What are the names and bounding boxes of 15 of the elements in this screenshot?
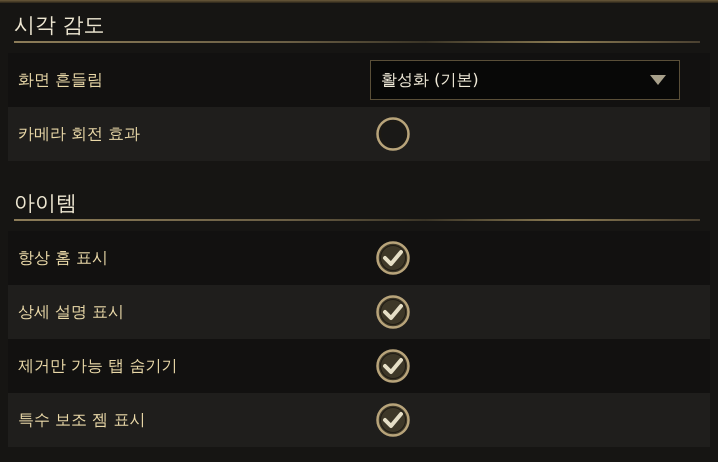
setting-label: 제거만 가능 탭 숨기기 <box>17 356 178 376</box>
setting-label: 카메라 회전 효과 <box>17 124 142 144</box>
checkbox[interactable] <box>376 403 410 437</box>
setting-label: 특수 보조 젬 표시 <box>17 410 146 430</box>
checkbox[interactable] <box>376 241 410 275</box>
dropdown[interactable]: 활성화 (기본) <box>370 60 680 100</box>
caret-icon <box>649 74 667 86</box>
checkbox[interactable] <box>376 349 410 383</box>
setting-label: 상세 설명 표시 <box>17 302 126 322</box>
section-title: 시각 감도 <box>14 13 105 37</box>
setting-label: 화면 흔들림 <box>17 70 104 90</box>
checkbox[interactable] <box>376 295 410 329</box>
checkbox[interactable] <box>376 117 410 151</box>
section-title: 아이템 <box>14 191 77 215</box>
setting-label: 항상 홈 표시 <box>17 248 110 268</box>
